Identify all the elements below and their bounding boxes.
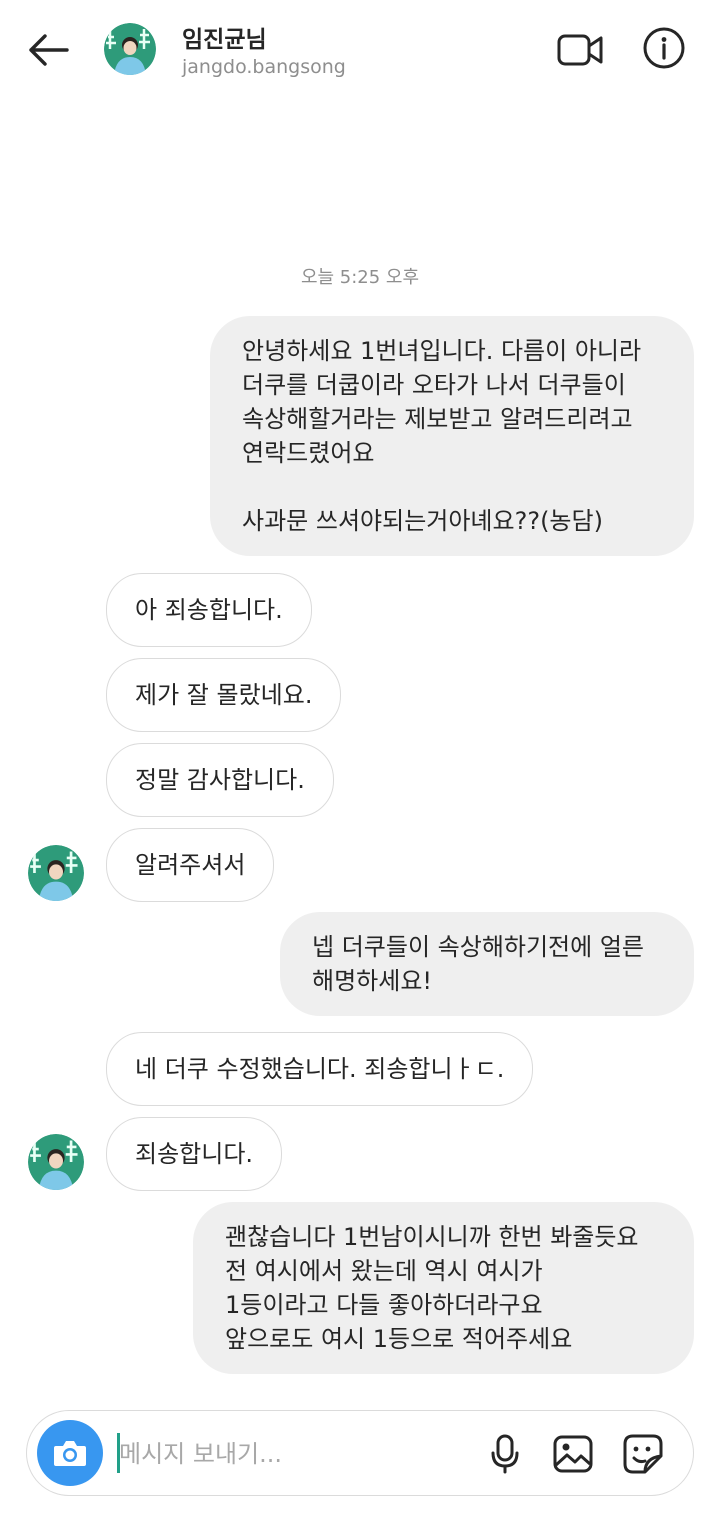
- contact-username: jangdo.bangsong: [182, 56, 346, 78]
- received-message[interactable]: 알려주셔서: [106, 828, 275, 902]
- sent-message[interactable]: 넵 더쿠들이 속상해하기전에 얼른 해명하세요!: [280, 912, 694, 1016]
- microphone-icon: [491, 1434, 519, 1474]
- sent-message[interactable]: 안녕하세요 1번녀입니다. 다름이 아니라 더쿠를 더쿱이라 오타가 나서 더쿠…: [210, 316, 694, 556]
- received-message[interactable]: 제가 잘 몰랐네요.: [106, 658, 342, 732]
- info-icon: [643, 27, 685, 69]
- sticker-button[interactable]: [620, 1431, 666, 1477]
- arrow-left-icon: [29, 34, 69, 66]
- back-button[interactable]: [22, 26, 74, 74]
- received-message[interactable]: 죄송합니다.: [106, 1117, 283, 1191]
- message-input[interactable]: [119, 1433, 469, 1475]
- chat-header: 임진균님 jangdo.bangsong: [0, 0, 720, 100]
- message-timestamp: 오늘 5:25 오후: [300, 267, 420, 288]
- camera-button[interactable]: [37, 1420, 103, 1486]
- sticker-icon: [623, 1434, 663, 1474]
- image-icon: [553, 1435, 593, 1473]
- video-camera-icon: [557, 34, 603, 66]
- received-message[interactable]: 아 죄송합니다.: [106, 573, 312, 647]
- sender-avatar[interactable]: [28, 1134, 84, 1190]
- contact-name: 임진균님: [182, 27, 267, 53]
- avatar[interactable]: [104, 23, 156, 75]
- sent-message[interactable]: 괜찮습니다 1번남이시니까 한번 봐줄듯요 전 여시에서 왔는데 역시 여시가 …: [193, 1202, 694, 1374]
- camera-icon: [54, 1441, 86, 1466]
- sender-avatar[interactable]: [28, 845, 84, 901]
- voice-message-button[interactable]: [482, 1431, 528, 1477]
- message-composer: [26, 1410, 694, 1496]
- info-button[interactable]: [638, 22, 690, 74]
- gallery-button[interactable]: [549, 1431, 597, 1477]
- received-message[interactable]: 정말 감사합니다.: [106, 743, 334, 817]
- video-call-button[interactable]: [554, 24, 606, 76]
- received-message[interactable]: 네 더쿠 수정했습니다. 죄송합니ㅏㄷ.: [106, 1032, 534, 1106]
